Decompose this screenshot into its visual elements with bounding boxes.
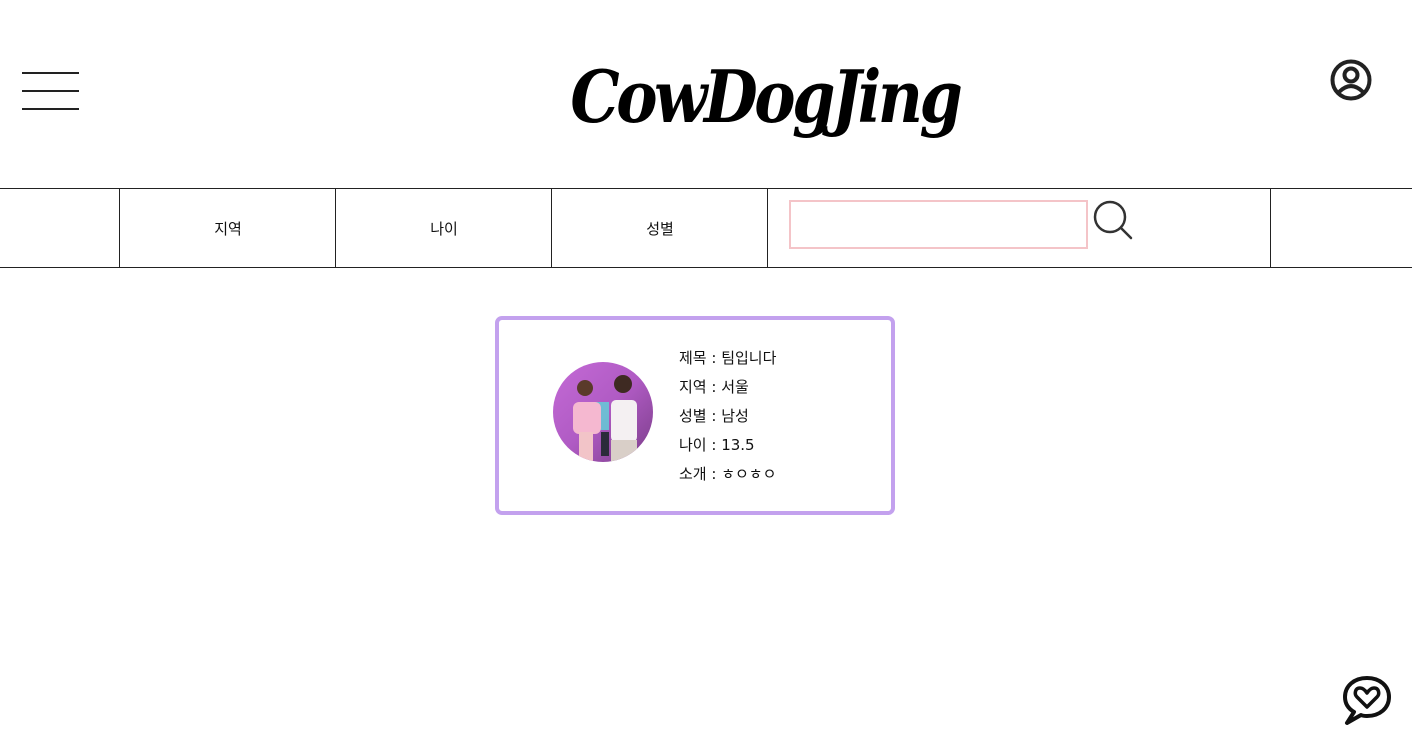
user-circle-icon[interactable] bbox=[1330, 59, 1372, 101]
search-area bbox=[767, 189, 1271, 268]
filter-region-label: 지역 bbox=[214, 220, 242, 238]
filter-gender-label: 성별 bbox=[646, 220, 674, 238]
filter-region[interactable]: 지역 bbox=[119, 189, 336, 268]
filter-bar: 지역 나이 성별 bbox=[0, 188, 1412, 268]
header: CowDogJing bbox=[0, 0, 1412, 188]
card-region: 지역 : 서울 bbox=[679, 378, 749, 396]
card-title: 제목 : 팀입니다 bbox=[679, 349, 777, 367]
card-intro: 소개 : ㅎㅇㅎㅇ bbox=[679, 465, 777, 483]
avatar bbox=[553, 362, 653, 462]
filter-gender[interactable]: 성별 bbox=[551, 189, 768, 268]
team-card[interactable]: 제목 : 팀입니다 지역 : 서울 성별 : 남성 나이 : 13.5 소개 :… bbox=[495, 316, 895, 515]
filter-age-label: 나이 bbox=[430, 220, 458, 238]
filter-age[interactable]: 나이 bbox=[335, 189, 552, 268]
hamburger-menu-icon[interactable] bbox=[22, 70, 80, 112]
chat-heart-icon[interactable] bbox=[1341, 674, 1393, 726]
card-age: 나이 : 13.5 bbox=[679, 436, 755, 454]
card-info: 제목 : 팀입니다 지역 : 서울 성별 : 남성 나이 : 13.5 소개 :… bbox=[679, 344, 776, 489]
search-icon[interactable] bbox=[1092, 199, 1134, 241]
logo[interactable]: CowDogJing bbox=[570, 42, 962, 152]
search-input[interactable] bbox=[789, 200, 1088, 249]
card-gender: 성별 : 남성 bbox=[679, 407, 749, 425]
